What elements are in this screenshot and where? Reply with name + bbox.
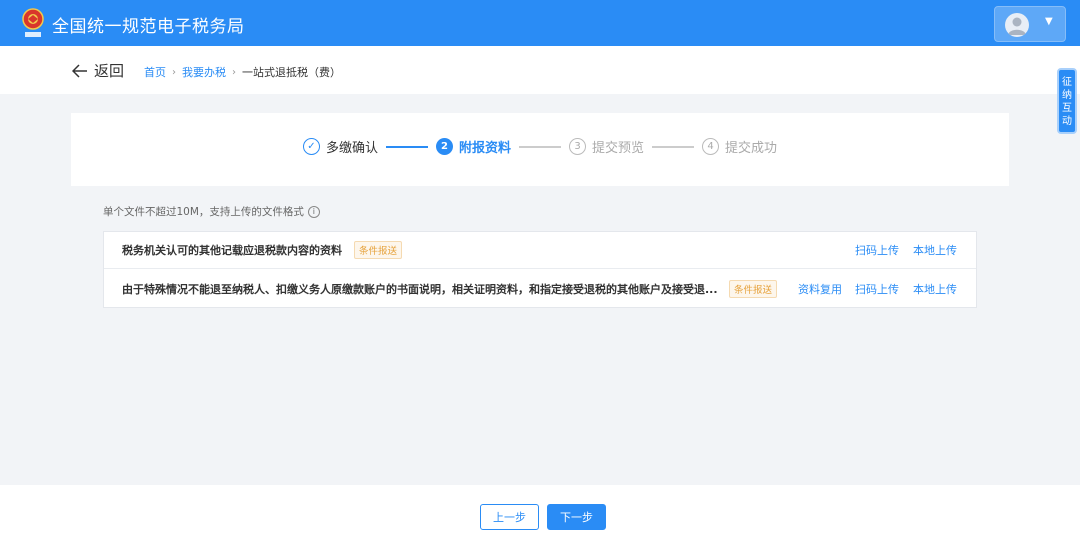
info-icon[interactable]: i <box>307 205 320 218</box>
scan-upload-link[interactable]: 扫码上传 <box>855 281 899 297</box>
breadcrumb-tax-service[interactable]: 我要办税 <box>182 64 226 80</box>
documents-table: 税务机关认可的其他记载应退税款内容的资料 条件报送 扫码上传 本地上传 由于特殊… <box>103 231 977 308</box>
local-upload-link[interactable]: 本地上传 <box>913 242 957 258</box>
back-label: 返回 <box>94 62 125 80</box>
status-badge: 条件报送 <box>354 241 403 259</box>
breadcrumb: 首页 › 我要办税 › 一站式退抵税（费） <box>144 64 341 80</box>
step-confirm: ✓ 多缴确认 <box>302 137 378 156</box>
back-button[interactable]: 返回 <box>72 60 124 81</box>
prev-step-button[interactable]: 上一步 <box>480 504 539 530</box>
arrow-left-icon <box>72 63 87 78</box>
user-avatar-icon <box>1005 13 1029 37</box>
step-connector <box>385 145 428 148</box>
user-menu-button[interactable]: ▼ <box>994 6 1066 42</box>
file-note-text: 单个文件不超过10M，支持上传的文件格式 <box>103 206 304 218</box>
step-number: 3 <box>569 138 586 155</box>
document-title: 由于特殊情况不能退至纳税人、扣缴义务人原缴款账户的书面说明，相关证明资料，和指定… <box>122 282 718 296</box>
breadcrumb-separator: › <box>232 66 236 78</box>
file-size-note: 单个文件不超过10M，支持上传的文件格式 i <box>103 204 320 219</box>
step-check-icon: ✓ <box>302 138 320 155</box>
breadcrumb-separator: › <box>172 66 176 78</box>
table-row: 税务机关认可的其他记载应退税款内容的资料 条件报送 扫码上传 本地上传 <box>104 232 976 269</box>
step-connector <box>652 145 695 148</box>
step-number: 4 <box>702 138 720 155</box>
site-title: 全国统一规范电子税务局 <box>52 17 245 37</box>
breadcrumb-home[interactable]: 首页 <box>144 64 166 80</box>
step-success: 4 提交成功 <box>702 137 777 156</box>
progress-steps: ✓ 多缴确认 2 附报资料 3 提交预览 4 提交成功 <box>71 137 1009 156</box>
table-row: 由于特殊情况不能退至纳税人、扣缴义务人原缴款账户的书面说明，相关证明资料，和指定… <box>104 270 976 307</box>
step-label: 多缴确认 <box>325 141 378 156</box>
step-attachments: 2 附报资料 <box>435 137 511 156</box>
footer-bar: 上一步 下一步 <box>0 485 1080 546</box>
step-label: 附报资料 <box>458 141 511 156</box>
step-label: 提交成功 <box>725 141 778 156</box>
next-step-button[interactable]: 下一步 <box>547 504 606 530</box>
local-upload-link[interactable]: 本地上传 <box>913 281 957 297</box>
document-title: 税务机关认可的其他记载应退税款内容的资料 <box>122 244 342 257</box>
steps-card: ✓ 多缴确认 2 附报资料 3 提交预览 4 提交成功 <box>71 113 1009 186</box>
step-preview: 3 提交预览 <box>569 137 644 156</box>
top-header: 全国统一规范电子税务局 ▼ <box>0 0 1080 46</box>
breadcrumb-bar: 返回 首页 › 我要办税 › 一站式退抵税（费） <box>0 46 1080 94</box>
step-number: 2 <box>435 138 453 155</box>
tax-emblem-icon <box>22 8 44 37</box>
reuse-material-link[interactable]: 资料复用 <box>798 281 842 297</box>
float-tab-label: 征纳互动 <box>1062 77 1072 127</box>
caret-down-icon: ▼ <box>1045 16 1053 27</box>
step-connector <box>519 145 561 148</box>
step-label: 提交预览 <box>592 141 645 156</box>
tax-interaction-tab[interactable]: 征纳互动 <box>1057 68 1077 134</box>
breadcrumb-current: 一站式退抵税（费） <box>242 66 341 79</box>
status-badge: 条件报送 <box>729 279 778 298</box>
scan-upload-link[interactable]: 扫码上传 <box>855 242 899 258</box>
